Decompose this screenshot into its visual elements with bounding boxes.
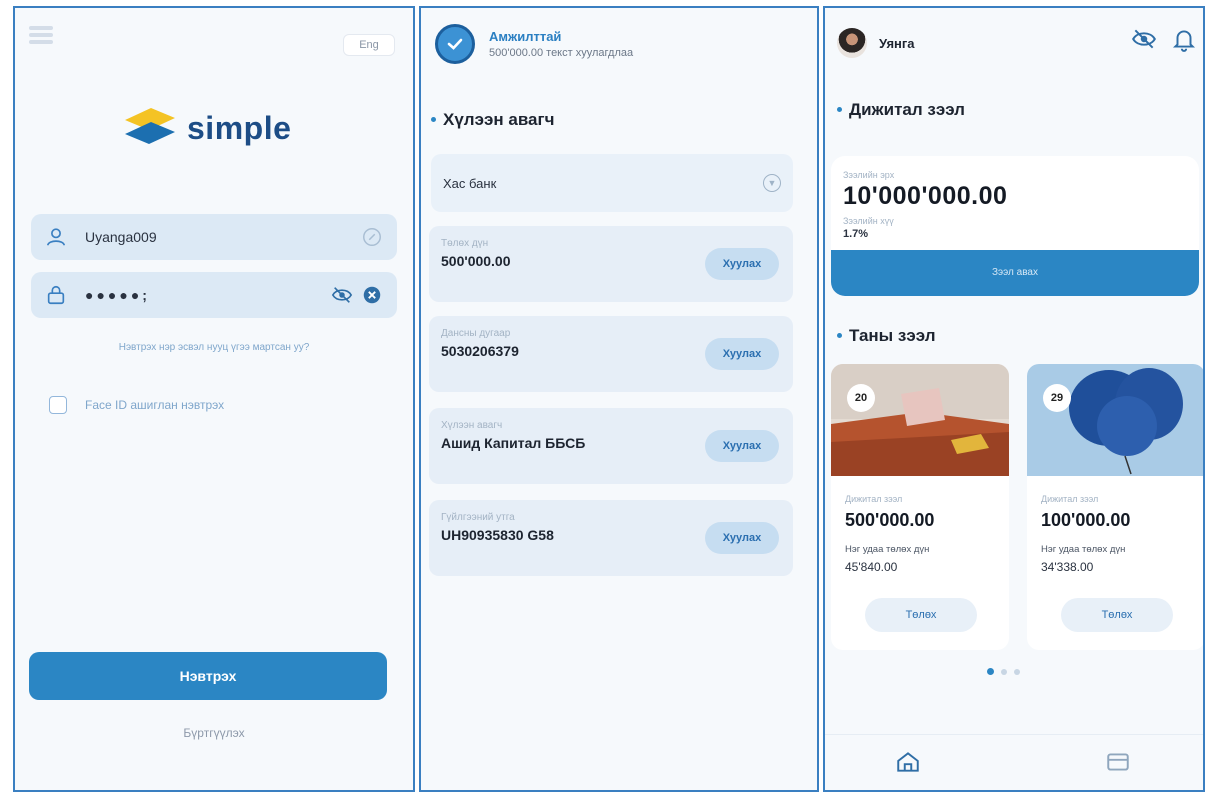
loan-type-label: Дижитал зээл (1041, 494, 1099, 504)
card-icon[interactable] (1105, 749, 1131, 775)
user-icon (46, 228, 66, 246)
copy-recipient-button[interactable]: Хуулах (705, 430, 779, 462)
payment-value: 45'840.00 (845, 560, 898, 574)
edit-icon[interactable] (361, 226, 383, 248)
loans-screen: Уянга Дижитал зээл Зээлийн эрх 10'000'00… (823, 6, 1205, 792)
home-icon[interactable] (895, 749, 921, 775)
limit-amount: 10'000'000.00 (843, 182, 1008, 210)
user-name: Уянга (879, 35, 915, 51)
register-link[interactable]: Бүртгүүлэх (15, 726, 413, 740)
username-field[interactable]: Uyanga009 (31, 214, 397, 260)
pay-button[interactable]: Төлөх (865, 598, 977, 632)
faceid-option[interactable]: Face ID ашиглан нэвтрэх (49, 396, 224, 414)
payment-value: 34'338.00 (1041, 560, 1094, 574)
bell-icon[interactable] (1171, 26, 1197, 52)
password-field[interactable]: ●●●●●; (31, 272, 397, 318)
success-title: Амжилттай (489, 29, 562, 44)
bank-label: Хас банк (443, 175, 497, 191)
simple-logo: simple (121, 104, 291, 152)
carousel-pager (987, 668, 1020, 675)
copy-description-button[interactable]: Хуулах (705, 522, 779, 554)
login-button[interactable]: Нэвтрэх (29, 652, 387, 700)
pager-dot[interactable] (987, 668, 994, 675)
clear-icon[interactable] (361, 284, 383, 306)
eye-hidden-icon[interactable] (1131, 26, 1157, 52)
rate-value: 1.7% (843, 228, 869, 240)
loan-amount: 500'000.00 (845, 510, 935, 530)
sofa-image (831, 364, 1009, 476)
faceid-checkbox[interactable] (49, 396, 67, 414)
amount-card: Төлөх дүн 500'000.00 Хуулах (429, 226, 793, 302)
simple-logo-icon (125, 108, 175, 144)
loan-amount: 100'000.00 (1041, 510, 1131, 530)
digital-loan-card: Зээлийн эрх 10'000'000.00 Зээлийн хүү 1.… (831, 156, 1199, 296)
pager-dot[interactable] (1014, 668, 1020, 675)
menu-icon[interactable] (29, 26, 53, 48)
limit-label: Зээлийн эрх (843, 170, 895, 180)
balloon-image (1027, 364, 1203, 476)
login-screen: Eng simple Uyanga009 ●●●●●; Нэвтрэх нэр … (13, 6, 415, 792)
loan-card[interactable]: 20 Дижитал зээл 500'000.00 Нэг удаа төлө… (831, 364, 1009, 650)
bank-select[interactable]: Хас банк ▼ (431, 154, 793, 212)
forgot-password-link[interactable]: Нэвтрэх нэр эсвэл нууц үгээ мартсан уу? (15, 342, 413, 353)
account-card: Дансны дугаар 5030206379 Хуулах (429, 316, 793, 392)
eye-hidden-icon[interactable] (331, 284, 353, 306)
check-icon (435, 24, 475, 64)
success-toast: Амжилттай 500'000.00 текст хуулагдлаа (435, 24, 633, 64)
faceid-label: Face ID ашиглан нэвтрэх (85, 398, 225, 412)
loan-day-badge: 20 (847, 384, 875, 412)
your-loans-title: Таны зээл (837, 326, 936, 345)
copy-account-button[interactable]: Хуулах (705, 338, 779, 370)
success-subtitle: 500'000.00 текст хуулагдлаа (489, 47, 634, 59)
rate-label: Зээлийн хүү (843, 216, 894, 226)
chevron-down-icon[interactable]: ▼ (763, 174, 781, 192)
payment-label: Нэг удаа төлөх дүн (1041, 544, 1126, 555)
avatar[interactable] (837, 28, 867, 58)
digital-loan-title: Дижитал зээл (837, 100, 965, 119)
logo-wordmark: simple (187, 109, 292, 146)
language-button[interactable]: Eng (343, 34, 395, 56)
recipient-section-title: Хүлээн авагч (430, 110, 555, 129)
pager-dot[interactable] (1001, 668, 1007, 675)
top-bar: Уянга (825, 8, 1203, 78)
take-loan-button[interactable]: Зээл авах (831, 250, 1199, 296)
loan-card[interactable]: 29 Дижитал зээл 100'000.00 Нэг удаа төлө… (1027, 364, 1203, 650)
copy-amount-button[interactable]: Хуулах (705, 248, 779, 280)
payment-label: Нэг удаа төлөх дүн (845, 544, 930, 555)
pay-button[interactable]: Төлөх (1061, 598, 1173, 632)
transfer-screen: Амжилттай 500'000.00 текст хуулагдлаа Хү… (419, 6, 819, 792)
bottom-nav (825, 734, 1203, 790)
loan-day-badge: 29 (1043, 384, 1071, 412)
loan-type-label: Дижитал зээл (845, 494, 903, 504)
username-value: Uyanga009 (85, 229, 157, 245)
recipient-card: Хүлээн авагч Ашид Капитал ББСБ Хуулах (429, 408, 793, 484)
lock-icon (47, 285, 65, 305)
description-card: Гүйлгээний утга UH90935830 G58 Хуулах (429, 500, 793, 576)
password-value: ●●●●●; (85, 287, 150, 303)
